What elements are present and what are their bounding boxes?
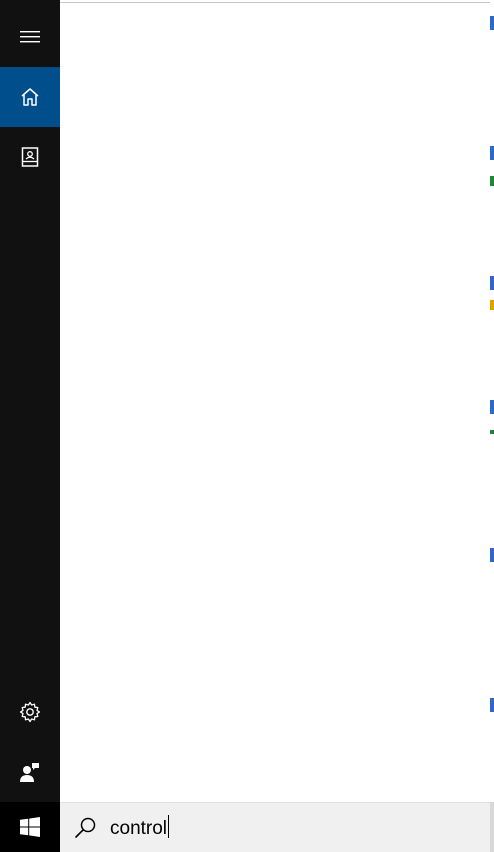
hamburger-menu-icon [20,31,40,43]
text-caret [168,815,170,838]
search-results-panel [60,2,490,802]
taskbar-search-box[interactable]: control [60,802,490,852]
notebook-button[interactable] [0,127,60,187]
feedback-person-icon [20,763,39,782]
search-query-text: control [110,818,168,839]
home-icon [21,88,39,106]
taskbar: control [0,802,494,852]
settings-gear-icon [19,701,41,723]
taskbar-edge [490,802,494,852]
cortana-side-rail [0,0,60,802]
hamburger-menu-button[interactable] [0,7,60,67]
settings-button[interactable] [0,682,60,742]
search-magnifier-icon [75,817,96,838]
home-button[interactable] [0,67,60,127]
notebook-icon [21,147,39,167]
feedback-button[interactable] [0,742,60,802]
search-input[interactable]: control [110,815,170,842]
start-button[interactable] [0,802,60,852]
windows-logo-icon [20,817,40,837]
